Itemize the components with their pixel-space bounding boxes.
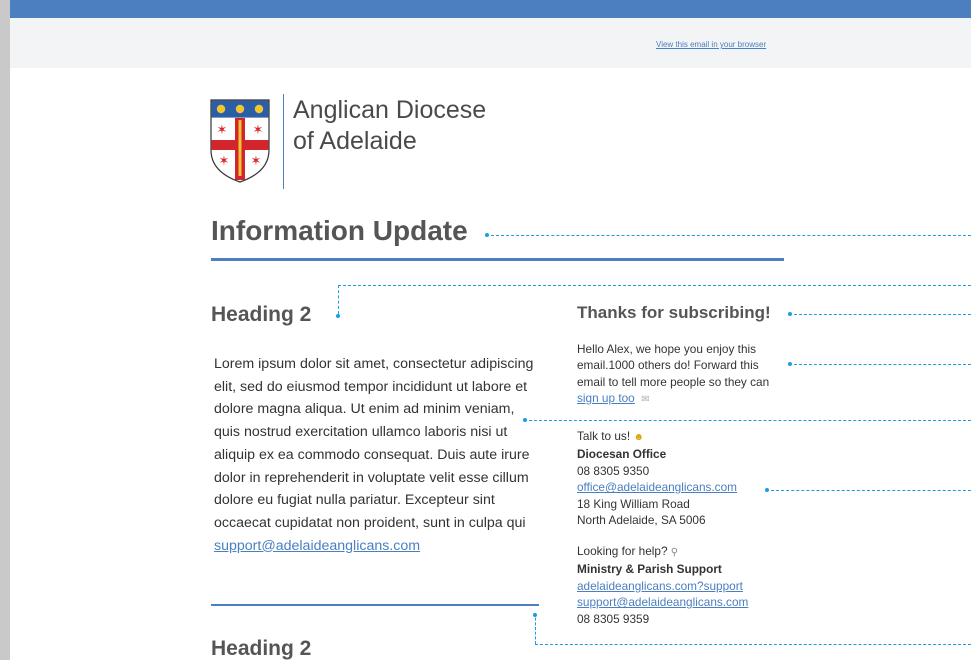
magnifier-icon: ⚲ [670, 547, 679, 558]
contact-block: Talk to us! ☻ Diocesan Office 08 8305 93… [577, 428, 797, 528]
logo-divider [283, 94, 284, 189]
annotation-line-heading-vertical [338, 285, 339, 314]
envelope-icon: ✉ [641, 394, 650, 406]
section-heading-2: Heading 2 [211, 637, 312, 660]
sidebar-intro: Hello Alex, we hope you enjoy this email… [577, 341, 782, 409]
annotation-line-body [529, 420, 971, 421]
annotation-line-column-rule [535, 644, 971, 645]
contact-address-line2: North Adelaide, SA 5006 [577, 513, 706, 528]
organization-name: Anglican Diocese of Adelaide [293, 95, 486, 157]
preheader: View this email in your browser [10, 18, 971, 68]
organization-name-line2: of Adelaide [293, 127, 417, 155]
annotation-dot-sidebar-title [788, 312, 792, 316]
annotation-dot-sidebar-intro [788, 362, 792, 366]
help-site-link[interactable]: adelaideanglicans.com?support [577, 579, 743, 593]
annotation-line-title [491, 235, 971, 236]
contact-phone: 08 8305 9350 [577, 463, 650, 478]
contact-email-link[interactable]: office@adelaideanglicans.com [577, 480, 737, 494]
organization-name-line1: Anglican Diocese [293, 96, 487, 124]
help-phone: 08 8305 9359 [577, 611, 650, 626]
annotation-line-sidebar-title [794, 314, 971, 315]
help-email-link[interactable]: support@adelaideanglicans.com [577, 595, 748, 609]
support-email-link[interactable]: support@adelaideanglicans.com [214, 538, 420, 554]
contact-prompt: Talk to us! [577, 429, 631, 443]
view-in-browser-link[interactable]: View this email in your browser [656, 40, 766, 49]
annotation-dot-title [485, 233, 489, 237]
svg-text:✶: ✶ [251, 154, 262, 169]
annotation-dot-contact [765, 488, 769, 492]
section-heading-1: Heading 2 [211, 303, 312, 326]
sidebar-title: Thanks for subscribing! [577, 303, 771, 322]
help-name: Ministry & Parish Support [577, 562, 722, 577]
diocese-crest-logo: ✶ ✶ ✶ ✶ [210, 99, 270, 183]
annotation-line-column-rule-vertical [535, 613, 536, 644]
annotation-line-contact [771, 490, 971, 491]
smile-emoji-icon: ☻ [633, 432, 644, 443]
page-title: Information Update [211, 215, 468, 246]
email-canvas: View this email in your browser ✶ ✶ ✶ ✶ … [10, 0, 971, 660]
svg-text:✶: ✶ [253, 123, 264, 138]
signup-link[interactable]: sign up too [577, 391, 635, 405]
annotation-line-sidebar-intro [794, 364, 971, 365]
annotation-dot-body [523, 418, 527, 422]
svg-text:✶: ✶ [219, 154, 230, 169]
help-block: Looking for help? ⚲ Ministry & Parish Su… [577, 543, 797, 627]
contact-address-line1: 18 King William Road [577, 496, 690, 511]
body-text: Lorem ipsum dolor sit amet, consectetur … [214, 356, 534, 531]
help-prompt: Looking for help? [577, 544, 668, 558]
top-accent-bar [10, 0, 971, 18]
body-paragraph: Lorem ipsum dolor sit amet, consectetur … [214, 353, 534, 557]
annotation-line-heading [338, 285, 971, 286]
title-divider [211, 258, 784, 261]
svg-text:✶: ✶ [217, 123, 228, 138]
sidebar-intro-text: Hello Alex, we hope you enjoy this email… [577, 342, 770, 389]
annotation-dot-heading [336, 314, 340, 318]
contact-name: Diocesan Office [577, 447, 667, 462]
column-divider [211, 604, 539, 606]
